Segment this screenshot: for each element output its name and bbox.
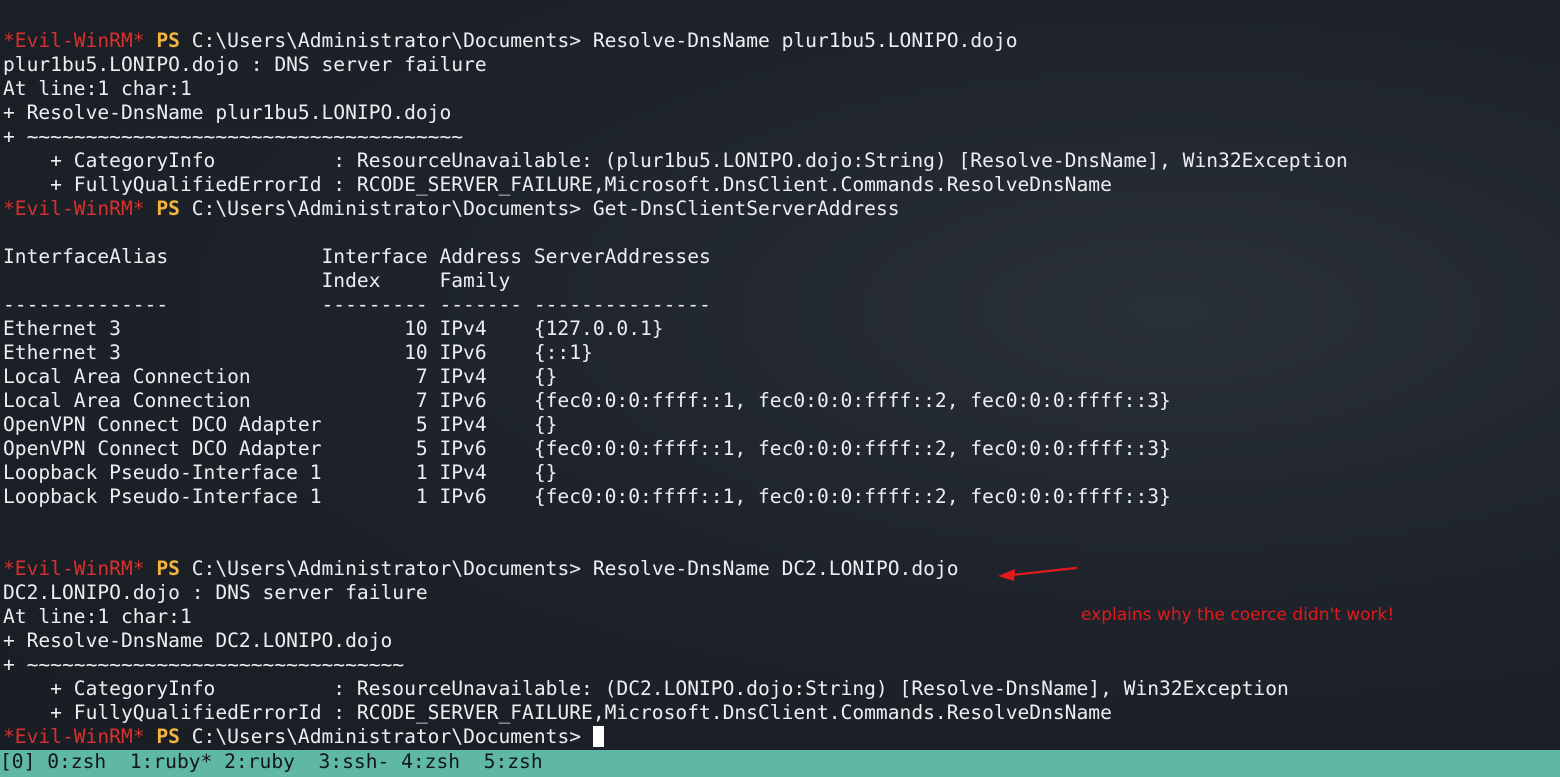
table-row: OpenVPN Connect DCO Adapter 5 IPv4 {} <box>3 413 558 436</box>
evil-winrm-marker: *Evil-WinRM* <box>3 557 145 580</box>
error-fully-qualified-id: + FullyQualifiedErrorId : RCODE_SERVER_F… <box>3 173 1112 196</box>
table-header-underline: -------------- --------- ------- -------… <box>3 293 711 316</box>
table-header: InterfaceAlias Interface Address ServerA… <box>3 245 711 268</box>
session-indicator: [0] <box>0 750 36 773</box>
error-fully-qualified-id: + FullyQualifiedErrorId : RCODE_SERVER_F… <box>3 701 1112 724</box>
active-prompt-line[interactable]: *Evil-WinRM* PS C:\Users\Administrator\D… <box>3 725 1348 749</box>
ps-label: PS <box>156 29 180 52</box>
prompt-line: *Evil-WinRM* PS C:\Users\Administrator\D… <box>3 29 1348 53</box>
command-text: Get-DnsClientServerAddress <box>592 197 900 220</box>
terminal-output: *Evil-WinRM* PS C:\Users\Administrator\D… <box>3 29 1348 749</box>
command-text: Resolve-DnsName DC2.LONIPO.dojo <box>592 557 959 580</box>
prompt-line: *Evil-WinRM* PS C:\Users\Administrator\D… <box>3 557 1348 581</box>
error-category-info: + CategoryInfo : ResourceUnavailable: (p… <box>3 149 1348 172</box>
prompt-path: C:\Users\Administrator\Documents> <box>191 557 582 580</box>
table-row: Loopback Pseudo-Interface 1 1 IPv4 {} <box>3 461 558 484</box>
error-underline: + ~~~~~~~~~~~~~~~~~~~~~~~~~~~~~~~~ <box>3 653 405 676</box>
table-row: Ethernet 3 10 IPv4 {127.0.0.1} <box>3 317 664 340</box>
tmux-window-tab[interactable]: 0:zsh <box>47 750 106 773</box>
tmux-status-bar: [0] 0:zsh 1:ruby* 2:ruby 3:ssh- 4:zsh 5:… <box>0 750 1560 777</box>
annotation-arrow-icon <box>998 566 1078 581</box>
table-header: Index Family <box>3 269 511 292</box>
tmux-window-tab[interactable]: 3:ssh- <box>319 750 390 773</box>
evil-winrm-marker: *Evil-WinRM* <box>3 197 145 220</box>
prompt-path: C:\Users\Administrator\Documents> <box>191 725 582 748</box>
tmux-window-tab[interactable]: 2:ruby <box>224 750 295 773</box>
prompt-path: C:\Users\Administrator\Documents> <box>191 197 582 220</box>
error-command-echo: + Resolve-DnsName plur1bu5.LONIPO.dojo <box>3 101 452 124</box>
prompt-line: *Evil-WinRM* PS C:\Users\Administrator\D… <box>3 197 1348 221</box>
error-position: At line:1 char:1 <box>3 77 192 100</box>
evil-winrm-marker: *Evil-WinRM* <box>3 29 145 52</box>
annotation-note: explains why the coerce didn't work! <box>1081 605 1395 625</box>
table-row: Local Area Connection 7 IPv4 {} <box>3 365 558 388</box>
table-row: Loopback Pseudo-Interface 1 1 IPv6 {fec0… <box>3 485 1171 508</box>
tmux-window-tab[interactable]: 1:ruby* <box>130 750 213 773</box>
tmux-window-tab[interactable]: 5:zsh <box>484 750 543 773</box>
terminal-window[interactable]: *Evil-WinRM* PS C:\Users\Administrator\D… <box>0 0 1560 777</box>
ps-label: PS <box>156 197 180 220</box>
ps-label: PS <box>156 725 180 748</box>
evil-winrm-marker: *Evil-WinRM* <box>3 725 145 748</box>
ps-label: PS <box>156 557 180 580</box>
tmux-window-tab[interactable]: 4:zsh <box>401 750 460 773</box>
error-message: DC2.LONIPO.dojo : DNS server failure <box>3 581 428 604</box>
text-cursor <box>592 726 604 747</box>
error-category-info: + CategoryInfo : ResourceUnavailable: (D… <box>3 677 1289 700</box>
error-message: plur1bu5.LONIPO.dojo : DNS server failur… <box>3 53 487 76</box>
table-row: OpenVPN Connect DCO Adapter 5 IPv6 {fec0… <box>3 437 1171 460</box>
table-row: Local Area Connection 7 IPv6 {fec0:0:0:f… <box>3 389 1171 412</box>
table-row: Ethernet 3 10 IPv6 {::1} <box>3 341 593 364</box>
error-underline: + ~~~~~~~~~~~~~~~~~~~~~~~~~~~~~~~~~~~~~ <box>3 125 464 148</box>
command-text: Resolve-DnsName plur1bu5.LONIPO.dojo <box>592 29 1018 52</box>
prompt-path: C:\Users\Administrator\Documents> <box>191 29 582 52</box>
error-command-echo: + Resolve-DnsName DC2.LONIPO.dojo <box>3 629 393 652</box>
